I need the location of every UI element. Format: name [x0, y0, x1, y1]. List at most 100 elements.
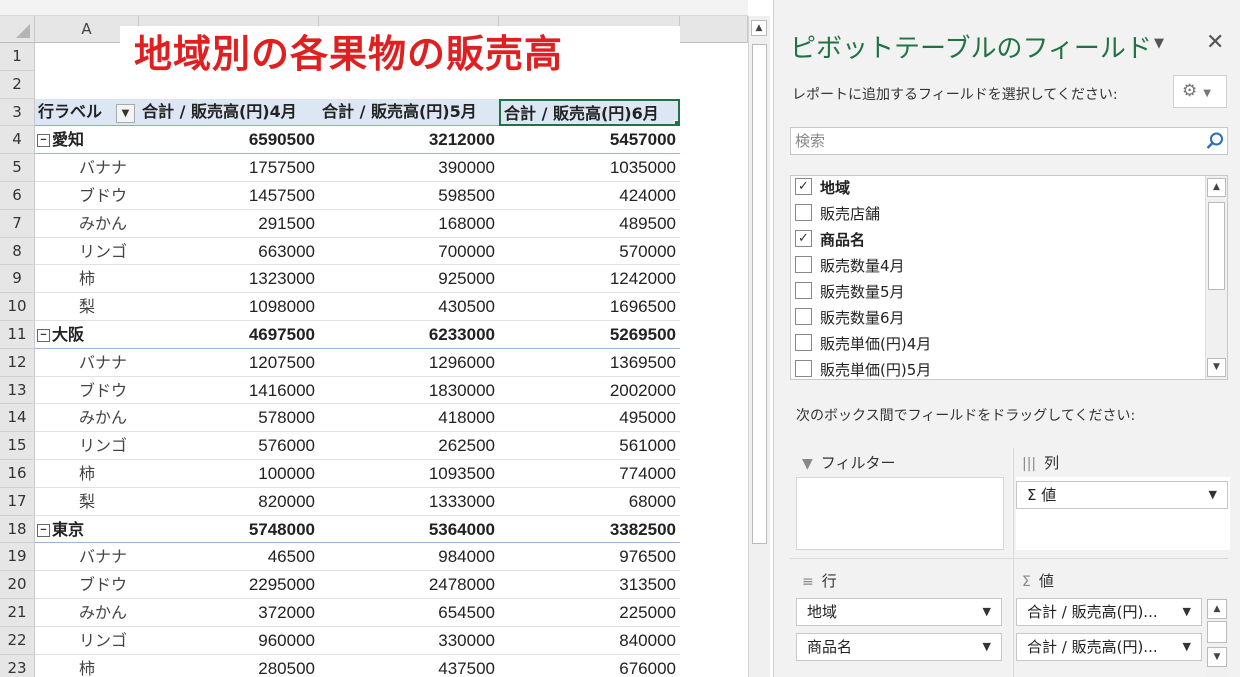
region-label[interactable]: − 大阪: [35, 321, 139, 349]
checkbox-checked[interactable]: ✓: [795, 230, 812, 247]
value-cell[interactable]: 313500: [499, 571, 680, 599]
value-cell[interactable]: 925000: [319, 265, 499, 294]
value-cell[interactable]: 598500: [319, 182, 499, 210]
search-input[interactable]: 検索: [790, 127, 1228, 155]
row-header[interactable]: 2: [0, 70, 35, 99]
value-cell[interactable]: 5748000: [139, 516, 319, 544]
product-label[interactable]: バナナ: [35, 154, 139, 182]
value-cell[interactable]: 774000: [499, 460, 680, 488]
field-item[interactable]: ✓ 地域: [795, 176, 850, 201]
field-item[interactable]: 販売数量5月: [795, 280, 905, 305]
row-header[interactable]: 5: [0, 154, 35, 182]
select-all-corner[interactable]: [0, 16, 35, 43]
row-header[interactable]: 23: [0, 654, 35, 677]
header-sales-june[interactable]: 合計 / 販売高(円)6月: [499, 98, 680, 127]
product-label[interactable]: 柿: [35, 655, 139, 677]
product-label[interactable]: バナナ: [35, 349, 139, 377]
row-header[interactable]: 6: [0, 182, 35, 210]
value-cell[interactable]: 291500: [139, 210, 319, 238]
checkbox[interactable]: [795, 308, 812, 325]
row-header[interactable]: 21: [0, 599, 35, 627]
product-label[interactable]: リンゴ: [35, 627, 139, 655]
value-cell[interactable]: 1296000: [319, 349, 499, 377]
row-header[interactable]: 1: [0, 43, 35, 71]
columns-values-chip[interactable]: Σ 値 ▼: [1016, 481, 1228, 509]
value-cell[interactable]: 5364000: [319, 516, 499, 544]
scroll-up-arrow-icon[interactable]: ▲: [1207, 599, 1227, 619]
region-label[interactable]: − 愛知: [35, 126, 139, 155]
gear-icon[interactable]: ⚙ ▼: [1173, 75, 1227, 108]
row-header[interactable]: 13: [0, 376, 35, 405]
value-cell[interactable]: 1333000: [319, 488, 499, 516]
value-cell[interactable]: 225000: [499, 599, 680, 627]
scroll-thumb[interactable]: [752, 44, 767, 544]
scroll-down-arrow-icon[interactable]: ▼: [1207, 358, 1226, 377]
value-cell[interactable]: 1242000: [499, 265, 680, 294]
value-cell[interactable]: 3382500: [499, 516, 680, 544]
product-label[interactable]: みかん: [35, 404, 139, 433]
value-cell[interactable]: 840000: [499, 627, 680, 655]
value-cell[interactable]: 418000: [319, 404, 499, 433]
row-header[interactable]: 12: [0, 348, 35, 377]
value-cell[interactable]: 1098000: [139, 293, 319, 321]
close-icon[interactable]: ✕: [1206, 30, 1224, 55]
region-label[interactable]: − 東京: [35, 516, 139, 544]
chevron-down-icon[interactable]: ▼: [983, 599, 991, 625]
row-header[interactable]: 15: [0, 432, 35, 460]
checkbox[interactable]: [795, 360, 812, 377]
value-field-chip[interactable]: 合計 / 販売高(円)... ▼: [1016, 633, 1202, 661]
value-cell[interactable]: 6590500: [139, 126, 319, 155]
collapse-icon[interactable]: −: [37, 134, 50, 148]
scroll-down-arrow-icon[interactable]: ▼: [1207, 647, 1227, 667]
value-cell[interactable]: 390000: [319, 154, 499, 182]
header-sales-april[interactable]: 合計 / 販売高(円)4月: [139, 98, 319, 127]
value-cell[interactable]: 5269500: [499, 321, 680, 349]
filter-drop-area[interactable]: [796, 477, 1004, 550]
row-header[interactable]: 20: [0, 571, 35, 599]
value-cell[interactable]: 663000: [139, 238, 319, 266]
value-cell[interactable]: 561000: [499, 432, 680, 460]
values-area-scrollbar[interactable]: ▲ ▼: [1206, 597, 1228, 677]
product-label[interactable]: リンゴ: [35, 432, 139, 460]
product-label[interactable]: みかん: [35, 210, 139, 238]
value-cell[interactable]: 6233000: [319, 321, 499, 349]
checkbox[interactable]: [795, 256, 812, 273]
scroll-thumb[interactable]: [1207, 621, 1227, 643]
row-header[interactable]: 18: [0, 515, 35, 544]
value-cell[interactable]: 654500: [319, 599, 499, 627]
value-cell[interactable]: 578000: [139, 404, 319, 433]
value-cell[interactable]: 372000: [139, 599, 319, 627]
filter-dropdown-icon[interactable]: ▼: [116, 103, 135, 123]
row-header[interactable]: 7: [0, 209, 35, 238]
sheet-vertical-scrollbar[interactable]: ▲: [748, 16, 770, 677]
value-cell[interactable]: 576000: [139, 432, 319, 460]
row-field-chip[interactable]: 商品名 ▼: [796, 633, 1002, 661]
row-field-chip[interactable]: 地域 ▼: [796, 598, 1002, 626]
row-header[interactable]: 3: [0, 98, 35, 127]
value-cell[interactable]: 984000: [319, 543, 499, 572]
row-header[interactable]: 11: [0, 321, 35, 349]
product-label[interactable]: リンゴ: [35, 238, 139, 266]
row-header[interactable]: 10: [0, 293, 35, 321]
value-cell[interactable]: 700000: [319, 238, 499, 266]
row-header[interactable]: 8: [0, 237, 35, 266]
chevron-down-icon[interactable]: ▼: [983, 634, 991, 660]
value-cell[interactable]: 4697500: [139, 321, 319, 349]
collapse-icon[interactable]: −: [37, 523, 50, 537]
product-label[interactable]: ブドウ: [35, 182, 139, 210]
row-header[interactable]: 16: [0, 460, 35, 488]
field-item[interactable]: 販売数量4月: [795, 254, 905, 279]
value-cell[interactable]: 1035000: [499, 154, 680, 182]
value-cell[interactable]: 46500: [139, 543, 319, 572]
value-cell[interactable]: 676000: [499, 655, 680, 677]
value-cell[interactable]: 1457500: [139, 182, 319, 210]
value-cell[interactable]: 2295000: [139, 571, 319, 599]
value-cell[interactable]: 960000: [139, 627, 319, 655]
value-cell[interactable]: 168000: [319, 210, 499, 238]
value-field-chip[interactable]: 合計 / 販売高(円)... ▼: [1016, 598, 1202, 626]
value-cell[interactable]: 495000: [499, 404, 680, 433]
value-cell[interactable]: 430500: [319, 293, 499, 321]
value-cell[interactable]: 489500: [499, 210, 680, 238]
scroll-up-arrow-icon[interactable]: ▲: [751, 20, 767, 36]
value-cell[interactable]: 280500: [139, 655, 319, 677]
